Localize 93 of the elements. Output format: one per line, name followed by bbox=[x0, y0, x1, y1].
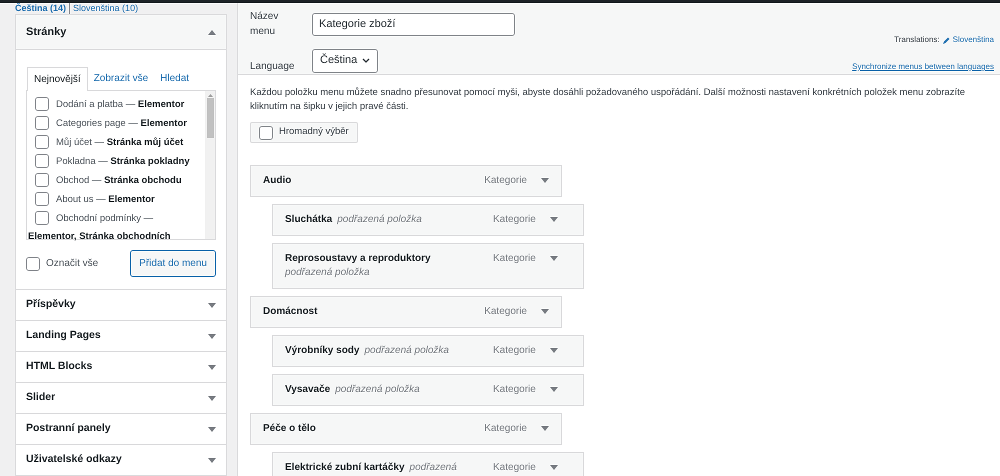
accordion-section[interactable]: Uživatelské odkazy bbox=[15, 445, 227, 476]
collapse-arrow-icon[interactable] bbox=[208, 30, 216, 34]
expand-arrow-icon[interactable] bbox=[550, 464, 558, 470]
menu-item[interactable]: Domácnost Kategorie bbox=[250, 296, 562, 328]
menu-item-title: Audio bbox=[263, 174, 292, 188]
language-filter-link[interactable]: Slovenština (10) bbox=[73, 3, 138, 14]
menu-item-type: Kategorie bbox=[493, 382, 536, 396]
expand-arrow-icon[interactable] bbox=[541, 426, 549, 431]
translations-label: Translations: bbox=[894, 34, 940, 46]
accordion-section[interactable]: Postranní panely bbox=[15, 414, 227, 445]
menu-item[interactable]: Audio Kategorie bbox=[250, 164, 562, 196]
menu-item-type: Kategorie bbox=[484, 305, 527, 319]
menu-item[interactable]: Reprosoustavy a reproduktory podřazená položka Kategorie bbox=[272, 242, 584, 288]
menu-item[interactable]: Péče o tělo Kategorie bbox=[250, 412, 562, 444]
menu-item-type: Kategorie bbox=[493, 252, 536, 266]
page-option: Obchod — Stránka obchodu bbox=[56, 174, 182, 186]
checkbox[interactable] bbox=[35, 173, 49, 187]
accordion-section[interactable]: HTML Blocks bbox=[15, 352, 227, 383]
page-option-continued: Elementor, Stránka obchodních bbox=[28, 230, 172, 244]
bulk-select-button[interactable]: Hromadný výběr bbox=[250, 122, 358, 143]
page-option: Pokladna — Stránka pokladny bbox=[56, 154, 190, 168]
menu-item-subtitle: podřazená položka bbox=[335, 382, 420, 396]
section-title: Stránky bbox=[26, 24, 66, 40]
expand-arrow-icon[interactable] bbox=[550, 256, 558, 260]
menu-item[interactable]: Vysavače podřazená položka Kategorie bbox=[272, 374, 584, 406]
checkbox[interactable] bbox=[35, 135, 49, 149]
menu-item-subtitle: podřazená bbox=[410, 460, 457, 474]
menu-item[interactable]: Sluchátka podřazená položka Kategorie bbox=[272, 204, 584, 236]
field-label: Název menu bbox=[250, 10, 280, 39]
menu-item-title: Domácnost bbox=[263, 305, 318, 319]
section-title: Příspěvky bbox=[26, 297, 76, 312]
menu-item-type: Kategorie bbox=[493, 344, 536, 358]
instructions-text: Každou položku menu můžete snadno přesunovat pomocí myši, abyste dosáhli požadovaného uspořádání. Další možnosti nastavení konkrétních položek menu zobrazíte kliknutím na šipku v jejich pravé části. bbox=[250, 86, 966, 114]
checkbox[interactable] bbox=[259, 126, 273, 140]
expand-arrow-icon[interactable] bbox=[541, 309, 549, 314]
page-option: Categories page — Elementor bbox=[56, 116, 187, 130]
checkbox[interactable] bbox=[35, 116, 49, 130]
expand-arrow-icon[interactable] bbox=[208, 334, 216, 338]
accordion-section[interactable]: Příspěvky bbox=[15, 290, 227, 321]
tab[interactable]: Hledat bbox=[154, 67, 196, 90]
section-title: Slider bbox=[26, 390, 56, 406]
field-label: Language bbox=[250, 60, 296, 74]
translation-link[interactable]: Slovenština bbox=[952, 34, 994, 46]
page-option: Můj účet — Stránka můj účet bbox=[56, 136, 184, 148]
menu-item-type: Kategorie bbox=[484, 174, 527, 188]
scrollbar[interactable] bbox=[205, 91, 215, 239]
menu-item-subtitle: podřazená položka bbox=[285, 266, 370, 280]
expand-arrow-icon[interactable] bbox=[208, 396, 216, 400]
menu-item-title: Výrobníky sody bbox=[285, 344, 360, 358]
menu-item[interactable]: Výrobníky sody podřazená položka Kategorie bbox=[272, 334, 584, 366]
page-option: Dodání a platba — Elementor bbox=[56, 98, 184, 110]
expand-arrow-icon[interactable] bbox=[550, 348, 558, 352]
page-option: About us — Elementor bbox=[56, 192, 155, 206]
expand-arrow-icon[interactable] bbox=[208, 458, 216, 462]
checkbox[interactable] bbox=[35, 192, 49, 206]
menu-item-title: Vysavače bbox=[285, 382, 330, 396]
checkbox[interactable] bbox=[35, 211, 49, 225]
checkbox[interactable] bbox=[26, 256, 40, 270]
add-to-menu-button[interactable]: Přidat do menu bbox=[130, 250, 216, 277]
menu-item-title: Elektrické zubní kartáčky bbox=[285, 460, 405, 474]
tab[interactable]: Nejnovější bbox=[27, 67, 88, 91]
section-title: Postranní panely bbox=[26, 421, 111, 436]
sync-menus-link[interactable]: Synchronize menus between languages bbox=[852, 61, 994, 73]
checkbox[interactable] bbox=[35, 97, 49, 111]
menu-item[interactable]: Elektrické zubní kartáčky podřazená Kategorie bbox=[272, 452, 584, 476]
accordion-section[interactable]: Slider bbox=[15, 383, 227, 414]
select-all-label: Označit vše bbox=[46, 257, 98, 271]
expand-arrow-icon[interactable] bbox=[208, 364, 216, 370]
chevron-down-icon bbox=[362, 58, 370, 63]
pencil-icon bbox=[942, 36, 950, 44]
section-title: HTML Blocks bbox=[26, 359, 92, 374]
menu-item-title: Reprosoustavy a reproduktory bbox=[285, 252, 431, 266]
menu-item-type: Kategorie bbox=[493, 212, 536, 226]
section-title: Uživatelské odkazy bbox=[26, 452, 122, 468]
language-filter-link[interactable]: Čeština (14) bbox=[15, 3, 66, 14]
menu-item-subtitle: podřazená položka bbox=[337, 212, 422, 226]
menu-item-type: Kategorie bbox=[493, 460, 536, 474]
accordion-section[interactable]: Landing Pages bbox=[15, 321, 227, 352]
expand-arrow-icon[interactable] bbox=[550, 386, 558, 392]
expand-arrow-icon[interactable] bbox=[550, 216, 558, 222]
checkbox[interactable] bbox=[35, 154, 49, 168]
page-option: Obchodní podmínky — bbox=[56, 212, 154, 224]
expand-arrow-icon[interactable] bbox=[208, 302, 216, 308]
menu-item-title: Sluchátka bbox=[285, 212, 332, 226]
menu-item-subtitle: podřazená položka bbox=[364, 344, 449, 358]
expand-arrow-icon[interactable] bbox=[541, 178, 549, 183]
language-select[interactable]: Čeština bbox=[312, 48, 378, 72]
expand-arrow-icon[interactable] bbox=[208, 426, 216, 432]
menu-item-type: Kategorie bbox=[484, 422, 527, 436]
menu-name-field[interactable]: Kategorie zboží bbox=[312, 12, 515, 36]
section-title: Landing Pages bbox=[26, 328, 101, 344]
tab[interactable]: Zobrazit vše bbox=[88, 67, 154, 90]
menu-item-title: Péče o tělo bbox=[263, 422, 317, 436]
